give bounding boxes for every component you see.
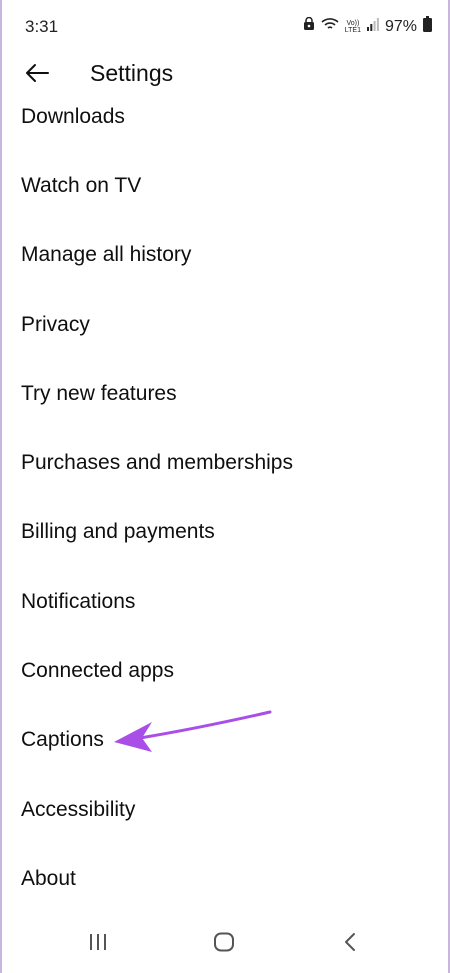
lock-icon [303,16,315,36]
settings-item-label: Accessibility [21,797,136,821]
nav-back-button[interactable] [330,927,370,957]
recent-apps-icon [90,934,106,950]
recent-apps-button[interactable] [78,927,118,957]
settings-item-connected-apps[interactable]: Connected apps [0,636,450,705]
lte-label: LTE1 [344,26,361,34]
back-icon [345,933,355,951]
settings-item-privacy[interactable]: Privacy [0,290,450,359]
settings-item-label: Watch on TV [21,173,142,197]
status-bar: 3:31 Vo)) LTE1 97% [0,0,450,54]
signal-icon [366,17,379,36]
settings-list: Downloads Watch on TV Manage all history… [0,82,450,914]
status-time: 3:31 [25,17,59,36]
settings-item-accessibility[interactable]: Accessibility [0,775,450,844]
settings-item-label: Purchases and memberships [21,451,293,475]
volte-lte-label: Vo)) LTE1 [345,20,361,34]
battery-icon [423,16,432,37]
settings-item-label: Billing and payments [21,520,215,544]
settings-item-label: Captions [21,728,104,752]
battery-percent: 97% [384,17,417,35]
settings-item-manage-all-history[interactable]: Manage all history [0,221,450,290]
settings-item-billing-and-payments[interactable]: Billing and payments [0,498,450,567]
arrow-left-icon [26,64,49,82]
settings-item-about[interactable]: About [0,844,450,913]
settings-item-label: About [21,866,76,890]
settings-item-label: Manage all history [21,243,192,267]
status-icons: Vo)) LTE1 97% [303,16,432,37]
settings-item-label: Try new features [21,381,177,405]
settings-item-captions[interactable]: Captions [0,706,450,775]
settings-item-label: Notifications [21,589,136,613]
home-button[interactable] [204,927,244,957]
settings-item-notifications[interactable]: Notifications [0,567,450,636]
settings-item-label: Connected apps [21,659,174,683]
system-nav-bar [0,915,450,973]
volte-label: Vo)) [346,19,360,27]
settings-item-try-new-features[interactable]: Try new features [0,359,450,428]
settings-item-label: Privacy [21,312,90,336]
settings-item-watch-on-tv[interactable]: Watch on TV [0,151,450,220]
settings-item-downloads[interactable]: Downloads [0,82,450,151]
wifi-icon [321,17,339,36]
settings-item-label: Downloads [21,104,125,128]
home-icon [214,932,234,952]
settings-item-purchases-and-memberships[interactable]: Purchases and memberships [0,428,450,497]
